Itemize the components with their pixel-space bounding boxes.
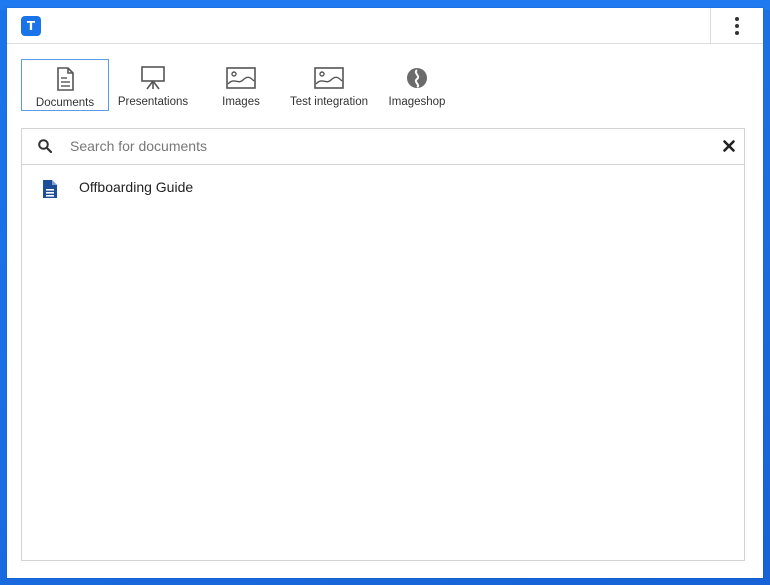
panel-header: T (7, 8, 763, 44)
document-file-icon (43, 180, 57, 198)
close-icon[interactable] (722, 139, 736, 153)
image-icon (314, 67, 344, 89)
image-icon (226, 67, 256, 89)
presentation-easel-icon (141, 66, 165, 90)
tab-label: Presentations (117, 96, 189, 108)
tab-test-integration[interactable]: Test integration (285, 59, 373, 111)
list-item-title: Offboarding Guide (79, 179, 194, 195)
app-logo: T (21, 16, 41, 36)
results-container: Offboarding Guide (21, 128, 745, 561)
imageshop-logo-icon (407, 68, 427, 88)
tab-images[interactable]: Images (197, 59, 285, 111)
document-picker-panel: T Documents Presentations Images Test in… (7, 8, 763, 578)
list-item[interactable]: Offboarding Guide (22, 170, 744, 206)
search-bar (22, 129, 744, 165)
tab-label: Test integration (290, 96, 368, 108)
tab-documents[interactable]: Documents (21, 59, 109, 111)
tab-label: Documents (35, 97, 95, 109)
tab-imageshop[interactable]: Imageshop (373, 59, 461, 111)
search-input[interactable] (68, 133, 712, 159)
vertical-ellipsis-icon (735, 16, 739, 35)
tab-label: Images (222, 96, 260, 108)
document-icon (57, 67, 74, 91)
tab-label: Imageshop (388, 96, 446, 108)
tab-presentations[interactable]: Presentations (109, 59, 197, 111)
search-icon (38, 139, 52, 153)
more-options-button[interactable] (711, 8, 763, 43)
